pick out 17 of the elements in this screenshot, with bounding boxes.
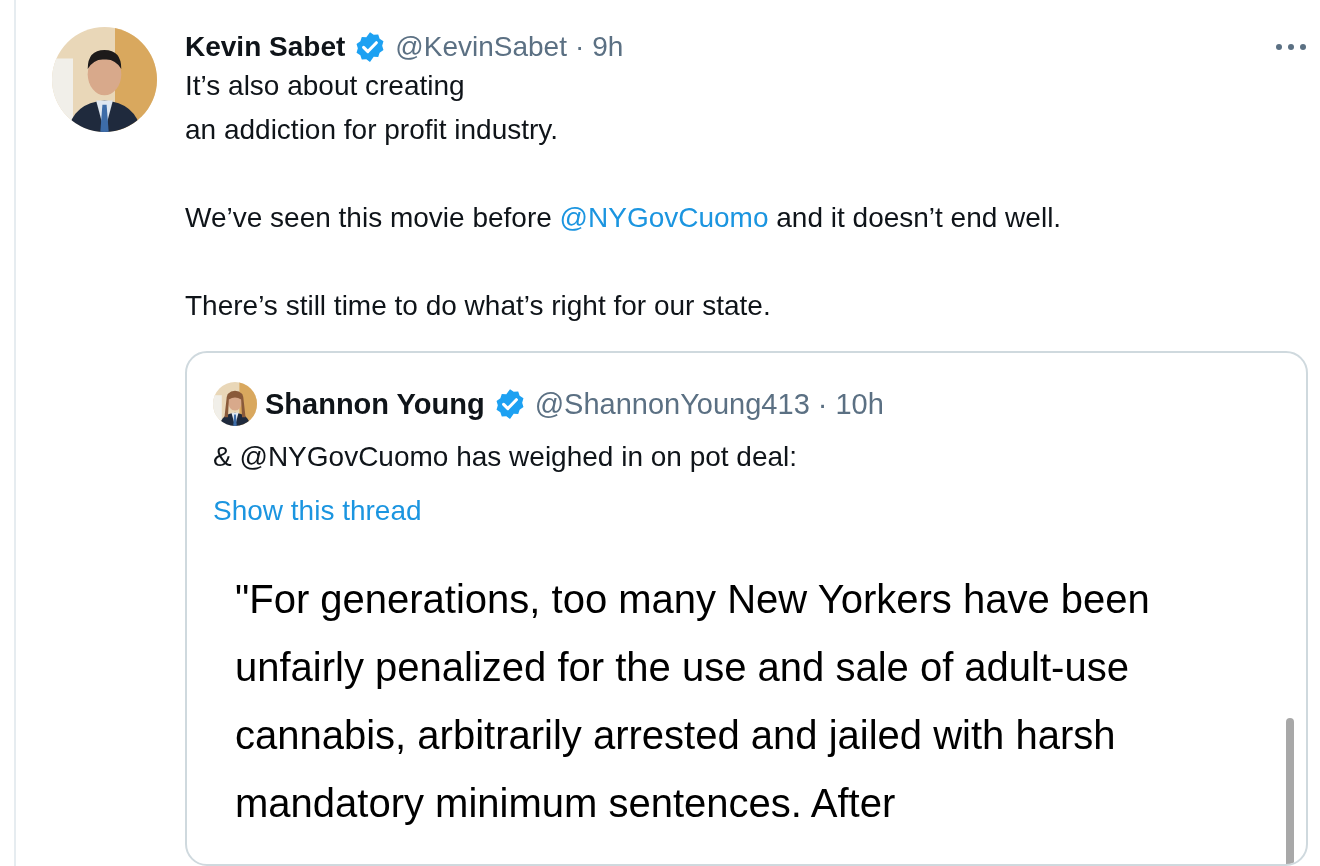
quoted-tweet-time[interactable]: 10h (835, 387, 884, 421)
quoted-tweet-card[interactable] (185, 351, 1308, 866)
quoted-author-name[interactable]: Shannon Young (265, 387, 485, 421)
separator-dot: · (574, 30, 585, 63)
more-options-icon[interactable] (1274, 41, 1308, 52)
mention-link[interactable]: @NYGovCuomo (559, 202, 769, 234)
author-handle[interactable]: @KevinSabet (395, 30, 567, 63)
show-thread-link[interactable]: Show this thread (213, 491, 422, 532)
separator-dot: · (817, 387, 828, 421)
tweet-time[interactable]: 9h (592, 30, 624, 63)
tweet-text: There’s still time to do what’s right for our state. (185, 289, 772, 324)
tweet-text: We’ve seen this movie before @NYGovCuomo and it doesn’t end well. (185, 201, 1063, 236)
quoted-author-handle[interactable]: @ShannonYoung413 (534, 387, 810, 421)
author-name[interactable]: Kevin Sabet (185, 30, 346, 63)
quoted-tweet-text: & @NYGovCuomo has weighed in on pot deal: (213, 440, 799, 475)
tweet-text: It’s also about creating an addiction for profit industry. (185, 69, 559, 148)
quoted-image-text: "For generations, too many New Yorkers have been unfairly penalized for the use and sale of adult-use cannabis, arbitrarily arrested and jailed with harsh mandatory minimum sentences. After (234, 576, 1151, 828)
